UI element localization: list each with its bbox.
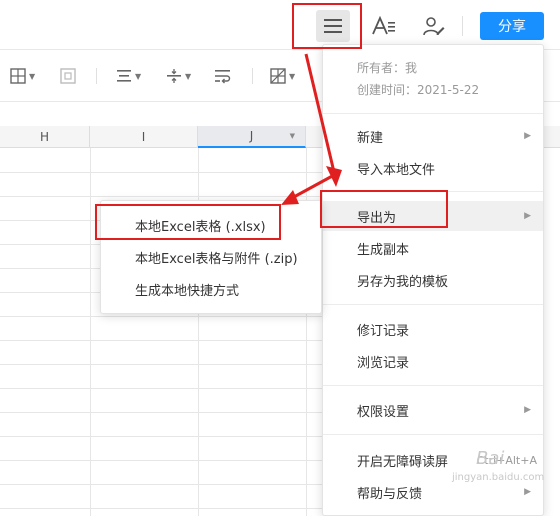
watermark-logo: Bai — [476, 448, 505, 469]
file-menu: 所有者：我 创建时间：2021-5-22 新建 ▶ 导入本地文件 导出为 ▶ 生… — [322, 44, 544, 516]
column-header-h[interactable]: H — [0, 126, 90, 148]
chevron-down-icon: ▼ — [185, 71, 192, 81]
grid-line — [0, 316, 330, 317]
menu-item-import[interactable]: 导入本地文件 — [323, 153, 543, 183]
chevron-right-icon: ▶ — [524, 405, 531, 415]
menu-item-new[interactable]: 新建 ▶ — [323, 121, 543, 151]
grid-line — [0, 172, 330, 173]
annotation-box-export — [320, 190, 448, 228]
grid-line — [0, 508, 330, 509]
grid-line — [0, 364, 330, 365]
menu-item-view-history[interactable]: 浏览记录 — [323, 346, 543, 376]
menu-divider — [323, 385, 543, 386]
merge-cells-icon — [60, 68, 76, 84]
grid-line — [0, 460, 330, 461]
header-divider — [462, 16, 463, 36]
menu-item-label: 开启无障碍读屏 — [357, 454, 449, 470]
menu-item-label: 导入本地文件 — [357, 162, 436, 178]
font-style-button[interactable] — [367, 10, 401, 42]
chevron-down-icon: ▼ — [29, 71, 36, 81]
grid-line — [0, 340, 330, 341]
toolbar-divider — [96, 68, 97, 84]
share-button[interactable]: 分享 — [480, 12, 544, 40]
vertical-align-tool[interactable]: ▼ — [166, 64, 191, 88]
column-header-i[interactable]: I — [90, 126, 198, 148]
vertical-align-icon — [167, 69, 181, 83]
menu-item-label: 帮助与反馈 — [357, 486, 423, 502]
chevron-down-icon[interactable]: ▼ — [290, 132, 295, 140]
menu-item-label: 权限设置 — [357, 404, 410, 420]
top-header: 分享 — [0, 0, 560, 50]
chevron-down-icon: ▼ — [135, 71, 142, 81]
submenu-item-shortcut[interactable]: 生成本地快捷方式 — [101, 273, 321, 305]
cell-fill-tool[interactable]: ▼ — [270, 64, 295, 88]
wrap-text-icon — [215, 70, 231, 84]
border-icon — [10, 68, 26, 84]
menu-divider — [323, 113, 543, 114]
text-wrap-tool[interactable] — [214, 64, 232, 88]
menu-item-revision-history[interactable]: 修订记录 — [323, 314, 543, 344]
menu-item-label: 生成副本 — [357, 242, 410, 258]
chevron-right-icon: ▶ — [524, 211, 531, 221]
chevron-right-icon: ▶ — [524, 131, 531, 141]
grid-line — [0, 388, 330, 389]
created-time: 创建时间：2021-5-22 — [357, 83, 480, 97]
submenu-item-label: 生成本地快捷方式 — [135, 283, 240, 299]
chevron-right-icon: ▶ — [524, 487, 531, 497]
toolbar-divider — [252, 68, 253, 84]
menu-divider — [323, 304, 543, 305]
watermark-site: jingyan.baidu.com — [452, 472, 545, 483]
column-header-j[interactable]: J ▼ — [198, 126, 306, 148]
menu-item-permissions[interactable]: 权限设置 ▶ — [323, 395, 543, 425]
annotation-box-menu — [292, 3, 362, 49]
user-edit-icon — [423, 17, 445, 36]
menu-item-label: 另存为我的模板 — [357, 274, 449, 290]
grid-line — [0, 196, 330, 197]
chevron-down-icon: ▼ — [289, 71, 296, 81]
horizontal-align-tool[interactable]: ▼ — [116, 64, 141, 88]
grid-line — [0, 412, 330, 413]
font-icon — [372, 16, 395, 35]
grid-line — [0, 436, 330, 437]
menu-item-label: 新建 — [357, 130, 384, 146]
align-center-icon — [117, 70, 131, 82]
submenu-item-zip[interactable]: 本地Excel表格与附件 (.zip) — [101, 241, 321, 273]
menu-item-duplicate[interactable]: 生成副本 — [323, 233, 543, 263]
cell-format-icon — [270, 68, 286, 84]
menu-item-label: 浏览记录 — [357, 355, 410, 371]
menu-item-label: 修订记录 — [357, 323, 410, 339]
menu-item-screen-reader[interactable]: 开启无障碍读屏 Ctrl+Alt+A — [323, 445, 543, 475]
collaborate-button[interactable] — [417, 10, 451, 42]
owner-info: 所有者：我 — [357, 61, 418, 75]
menu-item-save-template[interactable]: 另存为我的模板 — [323, 265, 543, 295]
menu-divider — [323, 434, 543, 435]
border-tool[interactable]: ▼ — [10, 64, 35, 88]
grid-line — [0, 484, 330, 485]
annotation-box-xlsx — [95, 204, 281, 240]
submenu-item-label: 本地Excel表格与附件 (.zip) — [135, 251, 298, 267]
merge-cells-tool[interactable] — [60, 64, 76, 88]
column-label: J — [249, 129, 254, 143]
